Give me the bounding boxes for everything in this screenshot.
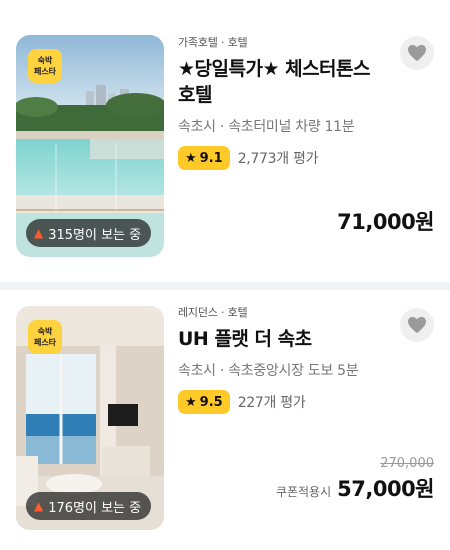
price-area: 71,000원 [337,204,434,236]
rating-value: 9.1 [199,150,223,166]
badge-line-2: 페스타 [33,338,57,347]
festa-badge: 숙박 페스타 [28,49,62,83]
listing-card-2[interactable]: 숙박 페스타 ▲ 176명이 보는 중 레지던스 · 호텔 UH 플랫 더 속초… [0,290,450,550]
rating-row: ★ 9.5 227개 평가 [178,390,434,414]
rating-value: 9.5 [199,394,223,410]
price-area: 270,000 쿠폰적용시 57,000원 [275,456,435,503]
wishlist-button[interactable] [400,36,434,70]
festa-badge: 숙박 페스타 [28,320,62,354]
listing-location: 속초시 · 속초중앙시장 도보 5분 [178,363,359,379]
viewers-count: 176명이 보는 중 [48,500,142,516]
listing-location: 속초시 · 속초터미널 차량 11분 [178,119,355,135]
listing-card-1[interactable]: 숙박 페스타 ▲ 315명이 보는 중 가족호텔 · 호텔 ★당일특가★ 체스터… [0,0,450,282]
fire-icon: ▲ [34,499,44,513]
badge-line-2: 페스타 [33,67,57,76]
star-icon: ★ [185,394,197,410]
review-count: 227개 평가 [237,395,306,411]
price: 71,000원 [337,210,434,234]
heart-icon [408,44,426,62]
listing-info: 레지던스 · 호텔 UH 플랫 더 속초 속초시 · 속초중앙시장 도보 5분 … [178,304,434,414]
viewers-pill: ▲ 176명이 보는 중 [26,492,152,520]
rating-badge: ★ 9.1 [178,146,230,170]
original-price: 270,000 [380,456,434,471]
rating-badge: ★ 9.5 [178,390,230,414]
listing-name[interactable]: UH 플랫 더 속초 [178,326,388,352]
badge-line-1: 숙박 [37,56,53,65]
listing-category: 레지던스 · 호텔 [178,306,248,319]
listing-info: 가족호텔 · 호텔 ★당일특가★ 체스터톤스 호텔 속초시 · 속초터미널 차량… [178,34,434,170]
badge-line-1: 숙박 [37,327,53,336]
star-icon: ★ [185,150,197,166]
viewers-pill: ▲ 315명이 보는 중 [26,219,152,247]
wishlist-button[interactable] [400,308,434,342]
rating-row: ★ 9.1 2,773개 평가 [178,146,434,170]
review-count: 2,773개 평가 [237,151,319,167]
listing-photo[interactable]: 숙박 페스타 ▲ 315명이 보는 중 [16,35,164,257]
listing-photo[interactable]: 숙박 페스타 ▲ 176명이 보는 중 [16,306,164,530]
price: 57,000원 [337,477,434,501]
heart-icon [408,316,426,334]
card-divider [0,282,450,290]
viewers-count: 315명이 보는 중 [48,227,142,243]
listing-name[interactable]: ★당일특가★ 체스터톤스 호텔 [178,56,388,108]
coupon-label: 쿠폰적용시 [275,485,332,499]
fire-icon: ▲ [34,226,44,240]
listing-category: 가족호텔 · 호텔 [178,36,248,49]
